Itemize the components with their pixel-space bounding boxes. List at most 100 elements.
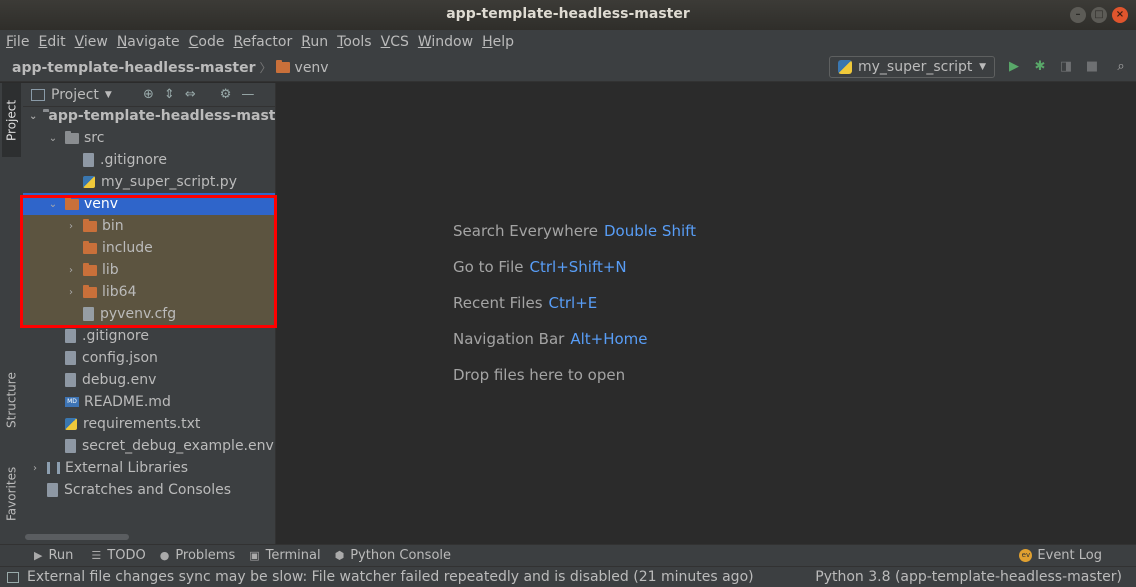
folder-link-icon	[83, 284, 97, 298]
tree-item[interactable]: include	[23, 237, 275, 259]
gear-icon[interactable]: ⚙	[220, 87, 232, 102]
tree-item-label: Scratches and Consoles	[64, 482, 231, 498]
tab-label: Terminal	[265, 548, 321, 563]
minimize-icon[interactable]: –	[1070, 7, 1086, 23]
tree-item[interactable]: Scratches and Consoles	[23, 479, 275, 501]
hint-shortcut: Ctrl+E	[548, 294, 598, 312]
folder-orange-icon	[65, 196, 79, 210]
run-icon: ▶	[34, 549, 43, 562]
tree-item[interactable]: › bin	[23, 215, 275, 237]
file-icon	[65, 329, 76, 343]
tree-item[interactable]: debug.env	[23, 369, 275, 391]
tree-item-label: pyvenv.cfg	[100, 306, 177, 322]
menu-code[interactable]: Code	[189, 34, 225, 50]
locate-icon[interactable]: ⊕	[143, 87, 154, 102]
tree-item-label: app-template-headless-master	[48, 108, 276, 124]
tab-problems[interactable]: ● Problems	[160, 548, 236, 563]
folder-grey-icon	[65, 130, 79, 144]
maximize-icon[interactable]: □	[1091, 7, 1107, 23]
markdown-icon: MD	[65, 397, 79, 407]
hide-icon[interactable]: —	[241, 87, 254, 102]
tree-item[interactable]: › lib	[23, 259, 275, 281]
breadcrumb-folder[interactable]: venv	[295, 60, 329, 76]
menu-help[interactable]: Help	[482, 34, 514, 50]
tab-todo[interactable]: ☰ TODO	[91, 548, 145, 563]
tree-item[interactable]: pyvenv.cfg	[23, 303, 275, 325]
collapse-all-icon[interactable]: ⇔	[185, 87, 196, 102]
welcome-hint: Navigation Bar Alt+Home	[453, 330, 648, 348]
tree-item-label: my_super_script.py	[101, 174, 237, 190]
interpreter-selector[interactable]: Python 3.8 (app-template-headless-master…	[815, 569, 1122, 585]
menu-view[interactable]: View	[75, 34, 108, 50]
horizontal-scrollbar[interactable]	[25, 534, 129, 540]
todo-icon: ☰	[91, 549, 102, 562]
tree-item[interactable]: requirements.txt	[23, 413, 275, 435]
chevron-down-icon[interactable]: ⌄	[47, 133, 59, 144]
expand-all-icon[interactable]: ⇕	[164, 87, 175, 102]
tree-item[interactable]: .gitignore	[23, 325, 275, 347]
tree-item[interactable]: MD README.md	[23, 391, 275, 413]
chevron-right-icon[interactable]: ›	[29, 463, 41, 474]
tab-structure[interactable]: Structure	[2, 363, 21, 437]
chevron-down-icon[interactable]: ▼	[105, 90, 112, 100]
menu-refactor[interactable]: Refactor	[233, 34, 292, 50]
project-panel: Project ▼ ⊕ ⇕ ⇔ ⚙ — ⌄ app-template-headle…	[23, 83, 276, 544]
run-config-label: my_super_script	[858, 59, 973, 75]
tab-favorites[interactable]: Favorites	[2, 455, 21, 533]
project-view-select[interactable]: Project	[51, 87, 99, 103]
tree-item[interactable]: ⌄ src	[23, 127, 275, 149]
tree-item[interactable]: secret_debug_example.env	[23, 435, 275, 457]
tree-item-label: README.md	[84, 394, 171, 410]
tool-window-bar: ▶ Run ☰ TODO ● Problems ▣ Terminal ⬢ Python Conso…	[0, 544, 1136, 566]
chevron-right-icon[interactable]: ›	[65, 265, 77, 276]
folder-orange-icon	[83, 240, 97, 254]
menu-run[interactable]: Run	[301, 34, 328, 50]
status-bar: External file changes sync may be slow: …	[0, 566, 1136, 587]
tab-project[interactable]: Project	[2, 83, 21, 157]
menu-file[interactable]: File	[6, 34, 29, 50]
event-log-button[interactable]: ev Event Log	[1019, 548, 1102, 563]
welcome-hint: Search Everywhere Double Shift	[453, 222, 696, 240]
chevron-right-icon[interactable]: ›	[65, 287, 77, 298]
menu-tools[interactable]: Tools	[337, 34, 372, 50]
debug-icon[interactable]: ✱	[1033, 60, 1047, 74]
chevron-down-icon[interactable]: ⌄	[29, 111, 37, 122]
welcome-hint: Go to File Ctrl+Shift+N	[453, 258, 627, 276]
tree-item[interactable]: my_super_script.py	[23, 171, 275, 193]
tab-label: Run	[48, 548, 74, 563]
tree-item[interactable]: config.json	[23, 347, 275, 369]
menu-navigate[interactable]: Navigate	[117, 34, 180, 50]
status-message[interactable]: External file changes sync may be slow: …	[27, 569, 754, 585]
hint-shortcut: Ctrl+Shift+N	[529, 258, 627, 276]
toggle-tool-windows-icon[interactable]	[7, 572, 19, 583]
tab-terminal[interactable]: ▣ Terminal	[249, 548, 320, 563]
menu-window[interactable]: Window	[418, 34, 473, 50]
problems-icon: ●	[159, 549, 170, 562]
tree-item-label: requirements.txt	[83, 416, 201, 432]
chevron-down-icon: ▼	[979, 62, 986, 72]
menu-edit[interactable]: Edit	[38, 34, 65, 50]
hint-text: Navigation Bar	[453, 330, 565, 348]
menu-vcs[interactable]: VCS	[381, 34, 409, 50]
tree-item[interactable]: › lib64	[23, 281, 275, 303]
tree-item-label: bin	[102, 218, 124, 234]
tree-item[interactable]: .gitignore	[23, 149, 275, 171]
navigation-bar: app-template-headless-master 〉 venv my_s…	[0, 54, 1136, 82]
close-icon[interactable]: ×	[1112, 7, 1128, 23]
breadcrumb-project[interactable]: app-template-headless-master	[12, 60, 256, 76]
chevron-right-icon[interactable]: ›	[65, 221, 77, 232]
chevron-right-icon: 〉	[259, 61, 272, 75]
tree-item[interactable]: ⌄ venv	[23, 193, 275, 215]
coverage-icon[interactable]: ◨	[1059, 60, 1073, 74]
tree-item-label: include	[102, 240, 153, 256]
tree-item-label: .gitignore	[82, 328, 149, 344]
run-icon[interactable]: ▶	[1007, 60, 1021, 74]
run-config-select[interactable]: my_super_script ▼	[829, 56, 995, 78]
search-icon[interactable]: ⌕	[1114, 60, 1128, 74]
tree-item[interactable]: ⌄ app-template-headless-master	[23, 105, 276, 127]
chevron-down-icon[interactable]: ⌄	[47, 199, 59, 210]
tab-python-console[interactable]: ⬢ Python Console	[335, 548, 451, 563]
tab-run[interactable]: ▶ Run	[34, 548, 73, 563]
stop-icon[interactable]: ■	[1085, 60, 1099, 74]
tree-item[interactable]: › External Libraries	[23, 457, 275, 479]
